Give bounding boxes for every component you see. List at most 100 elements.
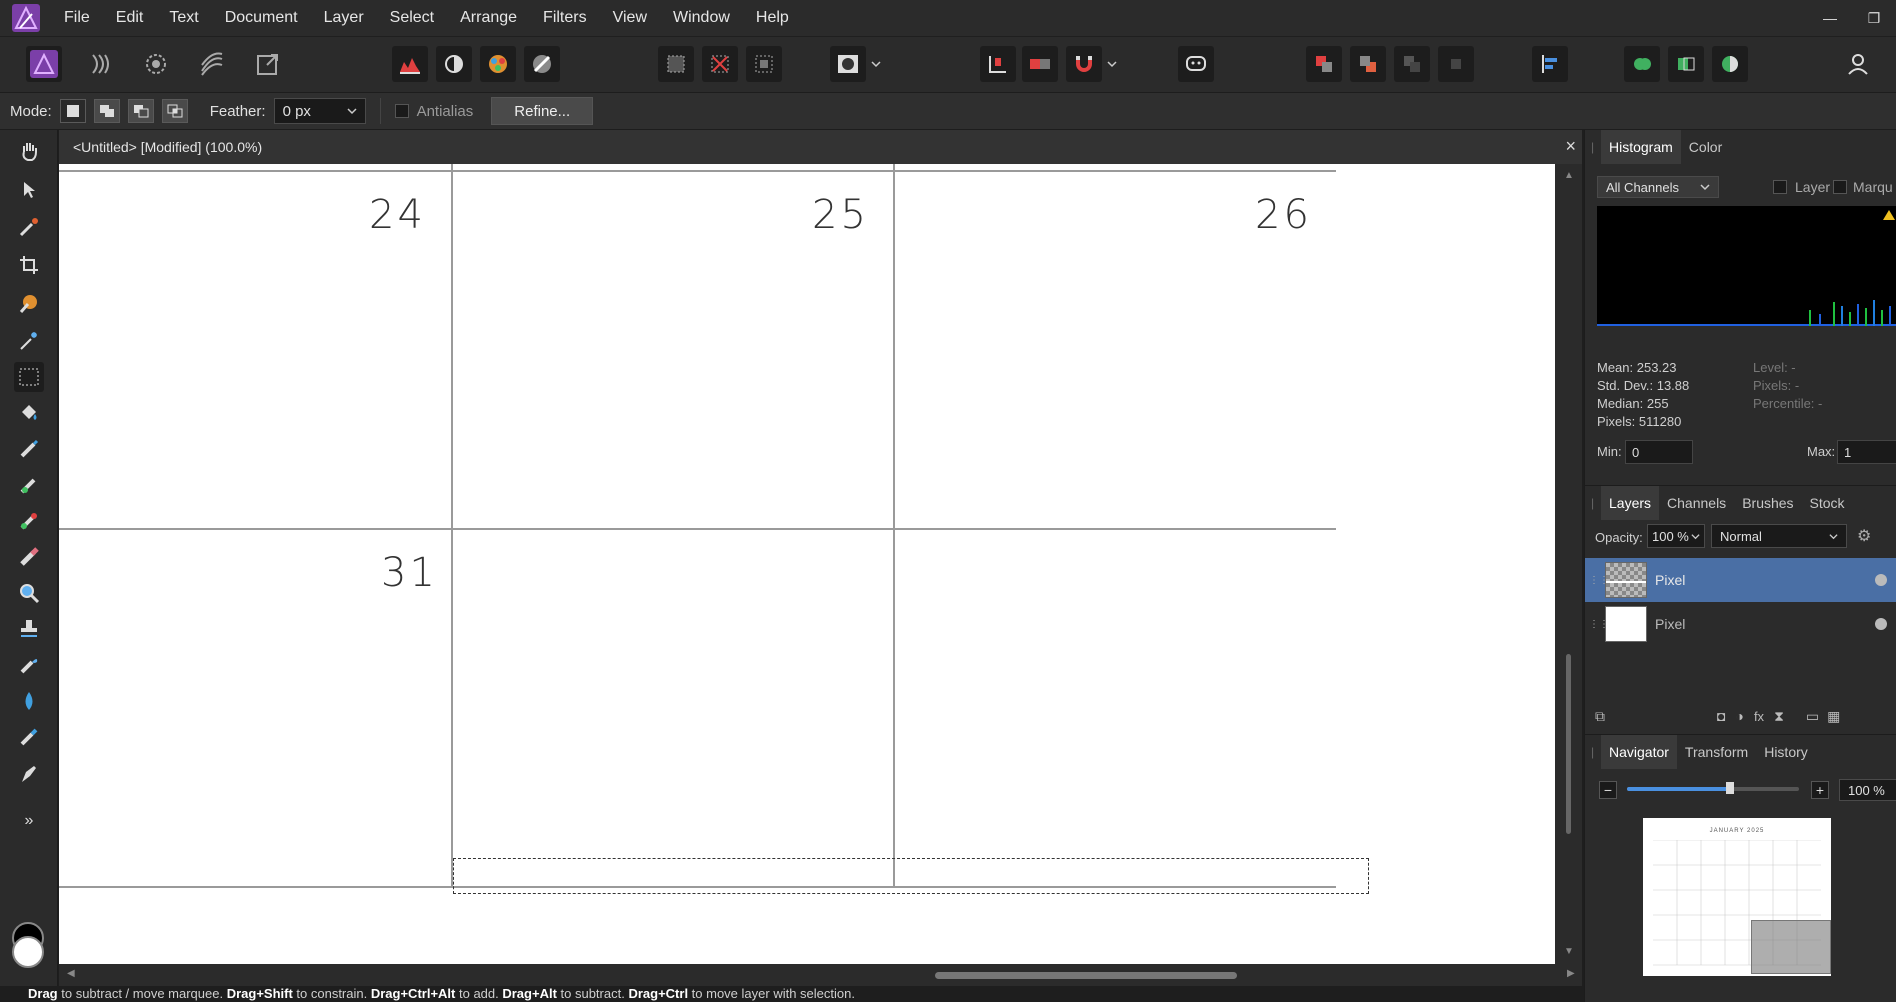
mode-intersect-button[interactable] (161, 99, 188, 123)
tab-history[interactable]: History (1756, 744, 1816, 760)
navigator-preview[interactable]: JANUARY 2025 (1643, 818, 1831, 976)
tab-brushes[interactable]: Brushes (1734, 495, 1801, 511)
panel-grip-icon[interactable]: | (1591, 496, 1601, 510)
auto-white-balance-icon[interactable] (524, 46, 560, 82)
channel-dropdown[interactable]: All Channels (1597, 176, 1719, 198)
boolean-intersect-icon[interactable] (1712, 46, 1748, 82)
move-forward-one-icon[interactable] (1394, 46, 1430, 82)
restore-button[interactable]: ❐ (1852, 10, 1896, 27)
auto-colors-icon[interactable] (480, 46, 516, 82)
scroll-down-icon[interactable]: ▼ (1564, 946, 1574, 957)
layer-row[interactable]: ⋮⋮ Pixel (1585, 602, 1896, 646)
dodge-tool-icon[interactable] (14, 578, 44, 608)
flood-fill-tool-icon[interactable] (14, 398, 44, 428)
layer-row[interactable]: ⋮⋮ Pixel (1585, 558, 1896, 602)
move-tool-icon[interactable] (14, 174, 44, 204)
selection-marquee[interactable] (453, 858, 1369, 894)
menu-edit[interactable]: Edit (106, 9, 160, 27)
mode-new-button[interactable] (59, 99, 86, 123)
vertical-scrollbar[interactable]: ▲ ▼ (1555, 164, 1582, 964)
liquify-persona-icon[interactable] (82, 46, 118, 82)
marquee-checkbox[interactable] (1833, 180, 1847, 194)
snapping-dropdown-icon[interactable] (1102, 46, 1122, 82)
drag-handle-icon[interactable]: ⋮⋮ (1589, 575, 1609, 586)
invert-selection-icon[interactable] (746, 46, 782, 82)
flood-select-tool-icon[interactable] (14, 326, 44, 356)
feather-dropdown[interactable]: 0 px (273, 98, 366, 124)
expand-tools-icon[interactable]: » (14, 806, 44, 836)
horizontal-scrollbar[interactable]: ◀ ▶ (59, 964, 1582, 986)
tab-navigator[interactable]: Navigator (1601, 734, 1677, 769)
clone-tool-icon[interactable] (14, 614, 44, 644)
color-replacement-tool-icon[interactable] (14, 470, 44, 500)
opacity-dropdown[interactable]: 100 % (1647, 524, 1705, 548)
blur-tool-icon[interactable] (14, 686, 44, 716)
deselect-icon[interactable] (702, 46, 738, 82)
scroll-right-icon[interactable]: ▶ (1567, 968, 1575, 979)
tab-histogram[interactable]: Histogram (1601, 130, 1681, 164)
zoom-in-button[interactable]: + (1811, 781, 1829, 799)
refine-button[interactable]: Refine... (491, 97, 594, 125)
smudge-tool-icon[interactable] (14, 722, 44, 752)
menu-layer[interactable]: Layer (314, 9, 380, 27)
panel-grip-icon[interactable]: | (1591, 745, 1601, 759)
tab-transform[interactable]: Transform (1677, 744, 1756, 760)
scroll-left-icon[interactable]: ◀ (67, 968, 75, 979)
develop-persona-icon[interactable] (138, 46, 174, 82)
mixer-brush-tool-icon[interactable] (14, 506, 44, 536)
zoom-out-button[interactable]: − (1599, 781, 1617, 799)
paint-brush-tool-icon[interactable] (14, 434, 44, 464)
menu-filters[interactable]: Filters (533, 9, 603, 27)
color-picker-tool-icon[interactable] (14, 212, 44, 242)
erase-brush-tool-icon[interactable] (14, 542, 44, 572)
vertical-scroll-thumb[interactable] (1566, 654, 1571, 834)
boolean-add-icon[interactable] (1624, 46, 1660, 82)
fx-icon[interactable]: fx (1754, 709, 1764, 724)
snapping-magnet-icon[interactable] (1066, 46, 1102, 82)
secondary-color-swatch[interactable] (12, 936, 44, 968)
panel-grip-icon[interactable]: | (1591, 140, 1601, 154)
layer-options-icon[interactable]: ⧉ (1595, 708, 1605, 725)
move-back-one-icon[interactable] (1350, 46, 1386, 82)
alignment-icon[interactable] (1532, 46, 1568, 82)
boolean-subtract-icon[interactable] (1668, 46, 1704, 82)
menu-arrange[interactable]: Arrange (450, 9, 533, 27)
zoom-slider[interactable] (1627, 782, 1799, 794)
tab-channels[interactable]: Channels (1659, 495, 1734, 511)
layer-visibility-icon[interactable] (1875, 574, 1887, 586)
move-to-front-icon[interactable] (1438, 46, 1474, 82)
menu-view[interactable]: View (603, 9, 663, 27)
menu-select[interactable]: Select (380, 9, 450, 27)
pen-tool-icon[interactable] (14, 758, 44, 788)
add-mask-icon[interactable]: ◘ (1717, 708, 1725, 724)
photo-persona-icon[interactable] (26, 46, 62, 82)
quick-mask-dropdown-icon[interactable] (866, 46, 886, 82)
minimize-button[interactable]: — (1808, 10, 1852, 26)
add-pixel-layer-icon[interactable]: ▦ (1827, 708, 1840, 725)
affinity-photo-logo[interactable] (12, 4, 40, 32)
max-input[interactable]: 1 (1837, 440, 1896, 464)
live-filter-icon[interactable]: ⧗ (1774, 708, 1784, 725)
tab-color[interactable]: Color (1681, 139, 1730, 155)
min-input[interactable]: 0 (1625, 440, 1693, 464)
tab-layers[interactable]: Layers (1601, 485, 1660, 520)
scroll-up-icon[interactable]: ▲ (1564, 170, 1574, 181)
close-document-icon[interactable]: × (1565, 136, 1576, 157)
export-persona-icon[interactable] (250, 46, 286, 82)
blend-mode-dropdown[interactable]: Normal (1711, 524, 1847, 548)
horizontal-scroll-thumb[interactable] (935, 972, 1237, 979)
antialias-checkbox[interactable] (394, 104, 409, 118)
document-tab[interactable]: <Untitled> [Modified] (100.0%) × (59, 130, 1582, 164)
canvas[interactable]: 24 25 26 31 (59, 164, 1555, 964)
rectangular-marquee-tool-icon[interactable] (14, 362, 44, 392)
select-all-icon[interactable] (658, 46, 694, 82)
view-tool-hand-icon[interactable] (14, 136, 44, 166)
assistant-icon[interactable] (1178, 46, 1214, 82)
navigator-viewport[interactable] (1751, 920, 1831, 974)
quick-mask-icon[interactable] (830, 46, 866, 82)
tone-mapping-persona-icon[interactable] (194, 46, 230, 82)
force-pixel-alignment-icon[interactable] (1022, 46, 1058, 82)
zoom-slider-thumb[interactable] (1726, 782, 1735, 794)
menu-window[interactable]: Window (663, 9, 746, 27)
add-group-icon[interactable]: ▭ (1806, 708, 1819, 725)
